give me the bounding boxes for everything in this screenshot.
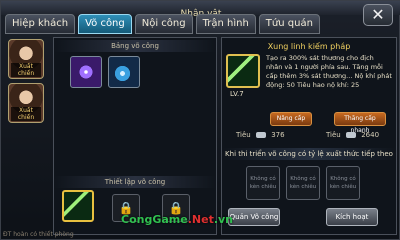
watermark-part: CongGame (121, 213, 188, 226)
activate-button[interactable]: Kích hoạt (326, 208, 378, 226)
game-window: Nhân vật Hiệp khách Võ công Nội công Trậ… (0, 0, 400, 240)
tab-tran-hinh[interactable]: Trận hình (195, 14, 256, 34)
watermark-part: .vn (213, 213, 234, 226)
upgrade-cost: Tiêu 376 (236, 131, 285, 139)
watermark: CongGame.Net.vn (121, 213, 233, 226)
quick-upgrade-button[interactable]: Thăng cấp nhanh (334, 112, 386, 134)
cost-value: 2640 (361, 131, 380, 139)
cost-label: Tiêu (236, 131, 251, 139)
combo-slot[interactable]: Không có kèn chiêu (326, 166, 360, 200)
skill-name: Xung linh kiếm pháp (267, 42, 351, 51)
skill-detail-panel: Xung linh kiếm pháp LV.7 Tạo ra 300% sát… (221, 37, 397, 235)
equipped-skill-slot[interactable] (62, 190, 94, 222)
close-button[interactable]: ✕ (363, 4, 393, 26)
footer-text: ĐT hoàn có thiết phòng (3, 231, 74, 238)
skill-table-header: Bảng võ công (54, 40, 216, 52)
silver-coin-icon (255, 132, 266, 138)
upgrade-button[interactable]: Nâng cấp (270, 112, 312, 126)
watermark-part: .Net (187, 213, 214, 226)
tab-bar: Hiệp khách Võ công Nội công Trận hình Tứ… (5, 14, 320, 34)
skill-description: Tạo ra 300% sát thương cho địch nhân và … (266, 54, 392, 89)
tab-hiep-khach[interactable]: Hiệp khách (5, 14, 76, 34)
cost-value: 376 (271, 131, 285, 139)
tab-vo-cong[interactable]: Võ công (78, 14, 132, 34)
combo-slot[interactable]: Không có kèn chiêu (286, 166, 320, 200)
skill-slot-violet[interactable] (70, 56, 102, 88)
tab-tuu-quan[interactable]: Tứu quán (258, 14, 320, 34)
tab-noi-cong[interactable]: Nội công (134, 14, 193, 34)
sword-skill-icon (226, 54, 260, 88)
combo-slot[interactable]: Không có kèn chiêu (246, 166, 280, 200)
cost-label: Tiêu (326, 131, 341, 139)
character-avatar[interactable]: Xuất chiến (8, 39, 44, 79)
deploy-tag: Xuất chiến (11, 63, 41, 77)
quick-upgrade-cost: Tiêu 2640 (326, 131, 379, 139)
skill-list-panel: Bảng võ công Thiết lập võ công 🔒 🔒 (53, 37, 217, 235)
deploy-tag: Xuất chiến (11, 107, 41, 121)
skill-slot-blue[interactable] (108, 56, 140, 88)
silver-coin-icon (345, 132, 356, 138)
skill-setup-header: Thiết lập võ công (54, 176, 216, 188)
character-avatar[interactable]: Xuất chiến (8, 83, 44, 123)
manage-skill-button[interactable]: Quản Võ công (228, 208, 280, 226)
combo-info: Khi thi triển võ công có tỷ lệ xuất thức… (222, 148, 396, 160)
title-bar: Nhân vật (1, 1, 400, 19)
character-list: Xuất chiến Xuất chiến (5, 37, 49, 233)
skill-level: LV.7 (230, 90, 244, 98)
